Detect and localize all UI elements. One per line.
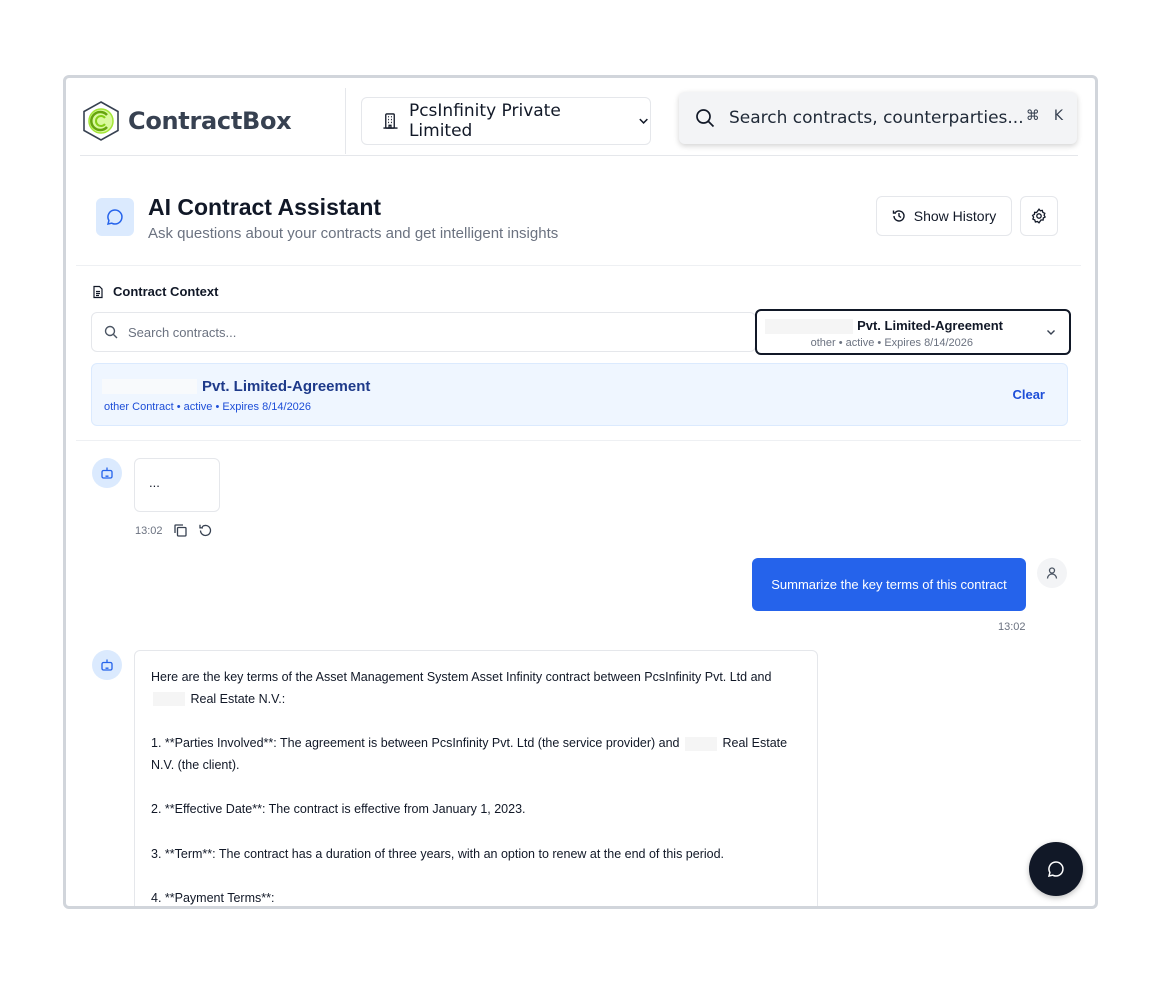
clear-button[interactable]: Clear <box>1012 387 1045 402</box>
user-avatar <box>1037 558 1067 588</box>
message-time: 13:02 <box>135 524 163 537</box>
answer-paragraph: 2. **Effective Date**: The contract is e… <box>151 802 526 816</box>
gear-icon <box>1031 208 1046 224</box>
show-history-button[interactable]: Show History <box>876 196 1012 236</box>
contract-card-name: Pvt. Limited-Agreement <box>202 378 371 395</box>
organization-select[interactable]: PcsInfinity Private Limited <box>361 97 651 145</box>
search-icon <box>104 325 118 339</box>
bot-avatar <box>92 458 122 488</box>
selected-contract-card: Pvt. Limited-Agreement other Contract • … <box>91 363 1068 426</box>
k-key: K <box>1053 108 1063 124</box>
global-search[interactable]: Search contracts, counterparties... ⌘ K <box>679 92 1077 144</box>
page-title: AI Contract Assistant <box>148 194 382 220</box>
selected-contract-meta: other • active • Expires 8/14/2026 <box>810 337 973 349</box>
settings-button[interactable] <box>1020 196 1058 236</box>
chat-bubble-icon <box>96 198 134 236</box>
page-subtitle: Ask questions about your contracts and g… <box>148 225 559 242</box>
bot-avatar <box>92 650 122 680</box>
organization-name: PcsInfinity Private Limited <box>408 101 561 141</box>
redacted-text <box>102 379 197 394</box>
building-icon <box>383 113 398 129</box>
divider <box>76 265 1081 266</box>
regenerate-icon[interactable] <box>198 523 213 538</box>
answer-paragraph: 3. **Term**: The contract has a duration… <box>151 846 725 861</box>
divider <box>80 155 1078 156</box>
brand-name: ContractBox <box>128 107 292 135</box>
divider <box>345 88 346 154</box>
selected-contract-name: Pvt. Limited-Agreement <box>857 318 1003 333</box>
contract-select[interactable]: Pvt. Limited-Agreement other • active • … <box>755 309 1071 355</box>
typing-indicator: ... <box>149 475 160 490</box>
keyboard-shortcut: ⌘ K <box>1026 108 1063 124</box>
user-message-text: Summarize the key terms of this contract <box>771 577 1007 592</box>
bot-icon <box>101 467 113 479</box>
copy-icon[interactable] <box>173 523 188 538</box>
top-bar: ContractBox PcsInfinity Private Limited … <box>66 78 1095 158</box>
contract-search-input[interactable]: Search contracts... <box>91 312 756 352</box>
user-message-bubble: Summarize the key terms of this contract <box>752 558 1026 611</box>
global-search-placeholder: Search contracts, counterparties... <box>729 108 1024 128</box>
answer-paragraph: Here are the key terms of the Asset Mana… <box>151 670 772 707</box>
contract-card-meta: other Contract • active • Expires 8/14/2… <box>104 401 312 413</box>
chevron-down-icon <box>639 118 648 124</box>
message-meta: 13:02 <box>135 523 213 538</box>
contract-context-label: Contract Context <box>91 284 218 299</box>
show-history-label: Show History <box>913 208 997 224</box>
search-icon <box>696 109 715 128</box>
redacted-text <box>153 692 185 707</box>
command-key: ⌘ <box>1025 108 1040 124</box>
answer-paragraph: 1. **Parties Involved**: The agreement i… <box>151 736 788 772</box>
redacted-text <box>765 319 853 334</box>
divider <box>76 440 1081 441</box>
chat-bubble-icon <box>1047 861 1064 877</box>
brand[interactable]: ContractBox <box>80 100 292 142</box>
bot-icon <box>101 659 113 671</box>
history-icon <box>892 210 905 222</box>
contract-search-placeholder: Search contracts... <box>128 324 237 340</box>
typing-bubble: ... <box>134 458 220 512</box>
chevron-down-icon <box>1047 330 1055 335</box>
redacted-text <box>685 736 717 751</box>
app-window: ContractBox PcsInfinity Private Limited … <box>63 75 1098 909</box>
assistant-answer-bubble: Here are the key terms of the Asset Mana… <box>134 650 818 906</box>
chat-fab-button[interactable] <box>1029 842 1083 896</box>
document-icon <box>93 285 103 298</box>
user-message-time: 13:02 <box>998 621 1026 633</box>
contractbox-logo-icon <box>83 101 119 141</box>
answer-paragraph: 4. **Payment Terms**: <box>151 891 275 905</box>
user-icon <box>1046 567 1058 579</box>
